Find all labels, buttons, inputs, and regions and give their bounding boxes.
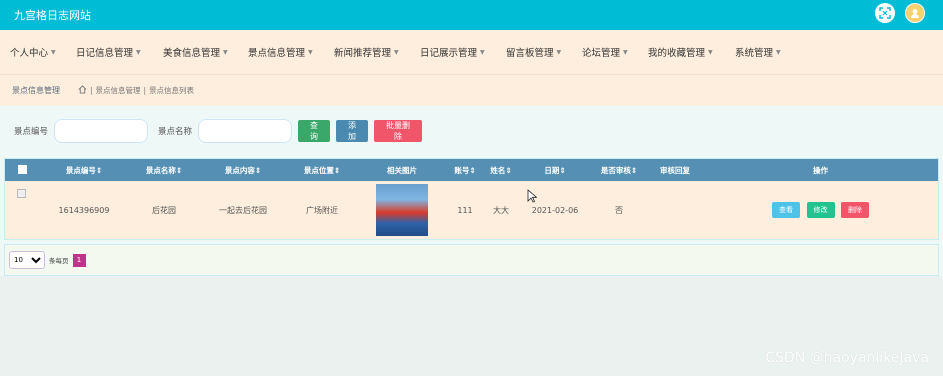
menu-item-system[interactable]: 系统管理 ▼ xyxy=(729,45,799,59)
main-menu: 个人中心 ▼ 日记信息管理 ▼ 美食信息管理 ▼ 景点信息管理 ▼ 新闻推荐管理 ▼ 日记… xyxy=(0,30,943,74)
chevron-down-icon: ▼ xyxy=(556,48,562,56)
menu-item-message-board[interactable]: 留言板管理 ▼ xyxy=(500,45,576,59)
breadcrumb-bar: 景点信息管理 | 景点信息管理 | 景点信息列表 xyxy=(0,74,943,106)
chevron-down-icon: ▼ xyxy=(708,48,713,56)
menu-item-diary-display[interactable]: 日记展示管理 ▼ xyxy=(414,45,500,59)
search-button[interactable]: 查询 xyxy=(298,120,331,142)
chevron-down-icon: ▼ xyxy=(480,48,485,56)
column-header: 审核回复 xyxy=(660,165,690,175)
breadcrumb: | 景点信息管理 | 景点信息列表 xyxy=(78,85,194,96)
cell-scenic-location: 广场附近 xyxy=(306,205,338,215)
chevron-down-icon: ▼ xyxy=(394,48,399,56)
column-header[interactable]: 景点位置⇕ xyxy=(287,159,357,181)
column-header[interactable]: 景点内容⇕ xyxy=(199,159,287,181)
cell-actions: 查看 修改 删除 xyxy=(703,181,938,239)
breadcrumb-section-title: 景点信息管理 xyxy=(12,86,60,95)
column-header[interactable]: 是否审核⇕ xyxy=(591,159,647,181)
cell-account: 111 xyxy=(457,205,473,215)
site-title: 九宫格日志网站 xyxy=(14,9,91,22)
chevron-down-icon: ▼ xyxy=(308,48,313,56)
column-header[interactable]: 日期⇕ xyxy=(519,159,591,181)
cell-review-reply xyxy=(647,181,703,239)
breadcrumb-current: 景点信息列表 xyxy=(149,86,195,95)
menu-item-forum[interactable]: 论坛管理 ▼ xyxy=(576,45,642,59)
watermark: CSDN @haoyanlikeJava xyxy=(765,350,929,366)
breadcrumb-link[interactable]: 景点信息管理 xyxy=(96,85,141,96)
column-header: 操作 xyxy=(813,165,828,175)
row-checkbox[interactable] xyxy=(17,189,26,198)
per-page-label: 条每页 xyxy=(49,257,69,265)
menu-item-favorites[interactable]: 我的收藏管理 ▼ xyxy=(642,45,729,59)
menu-item-food-info[interactable]: 美食信息管理 ▼ xyxy=(157,45,242,59)
search-bar: 景点编号 景点名称 查询 添加 批量删除 xyxy=(4,112,939,150)
menu-item-scenic-info[interactable]: 景点信息管理 ▼ xyxy=(242,45,328,59)
scenic-name-input[interactable] xyxy=(198,119,293,143)
column-header[interactable]: 景点编号⇕ xyxy=(39,159,129,181)
cell-scenic-name: 后花园 xyxy=(152,205,176,215)
fullscreen-icon[interactable] xyxy=(875,3,895,23)
edit-button[interactable]: 修改 xyxy=(806,202,835,218)
column-header[interactable]: 账号⇕ xyxy=(447,159,483,181)
scenic-thumbnail-image[interactable] xyxy=(376,184,428,236)
cell-person-name: 大大 xyxy=(493,205,509,215)
page-size-select[interactable]: 10 xyxy=(9,251,45,269)
chevron-down-icon: ▼ xyxy=(223,48,228,56)
column-header: 相关图片 xyxy=(387,165,417,175)
column-header[interactable]: 景点名称⇕ xyxy=(129,159,199,181)
header-icons xyxy=(875,3,925,23)
home-icon[interactable] xyxy=(78,85,87,96)
table-header-row: 景点编号⇕ 景点名称⇕ 景点内容⇕ 景点位置⇕ 相关图片 账号⇕ 姓名⇕ 日期⇕… xyxy=(5,159,938,181)
cell-reviewed: 否 xyxy=(615,205,623,215)
cell-scenic-content: 一起去后花园 xyxy=(219,205,267,215)
menu-item-diary-info[interactable]: 日记信息管理 ▼ xyxy=(70,45,157,59)
pagination: 10 条每页 1 xyxy=(4,244,939,276)
scenic-code-label: 景点编号 xyxy=(14,127,49,137)
view-button[interactable]: 查看 xyxy=(771,202,800,218)
main-content: 景点编号 景点名称 查询 添加 批量删除 景点编号⇕ 景点名称⇕ 景点内容⇕ 景… xyxy=(0,106,943,276)
top-header: 九宫格日志网站 xyxy=(0,0,943,30)
column-header[interactable]: 姓名⇕ xyxy=(483,159,519,181)
scenic-code-input[interactable] xyxy=(54,119,149,143)
chevron-down-icon: ▼ xyxy=(136,48,141,56)
chevron-down-icon: ▼ xyxy=(776,48,781,56)
menu-item-personal-center[interactable]: 个人中心 ▼ xyxy=(4,45,70,59)
page-number-current[interactable]: 1 xyxy=(72,253,86,267)
add-button[interactable]: 添加 xyxy=(336,120,369,142)
cell-scenic-code: 1614396909 xyxy=(58,205,110,215)
chevron-down-icon: ▼ xyxy=(623,48,628,56)
scenic-name-label: 景点名称 xyxy=(158,127,193,137)
mouse-cursor-icon xyxy=(527,189,538,206)
table-row: 1614396909 后花园 一起去后花园 广场附近 111 大大 2021-0… xyxy=(5,181,938,239)
chevron-down-icon: ▼ xyxy=(51,48,56,56)
batch-delete-button[interactable]: 批量删除 xyxy=(374,120,423,142)
data-table: 景点编号⇕ 景点名称⇕ 景点内容⇕ 景点位置⇕ 相关图片 账号⇕ 姓名⇕ 日期⇕… xyxy=(4,158,939,240)
select-all-checkbox[interactable] xyxy=(17,164,27,174)
delete-button[interactable]: 删除 xyxy=(841,202,870,218)
menu-item-news-recommend[interactable]: 新闻推荐管理 ▼ xyxy=(328,45,414,59)
user-avatar-icon[interactable] xyxy=(905,3,925,23)
